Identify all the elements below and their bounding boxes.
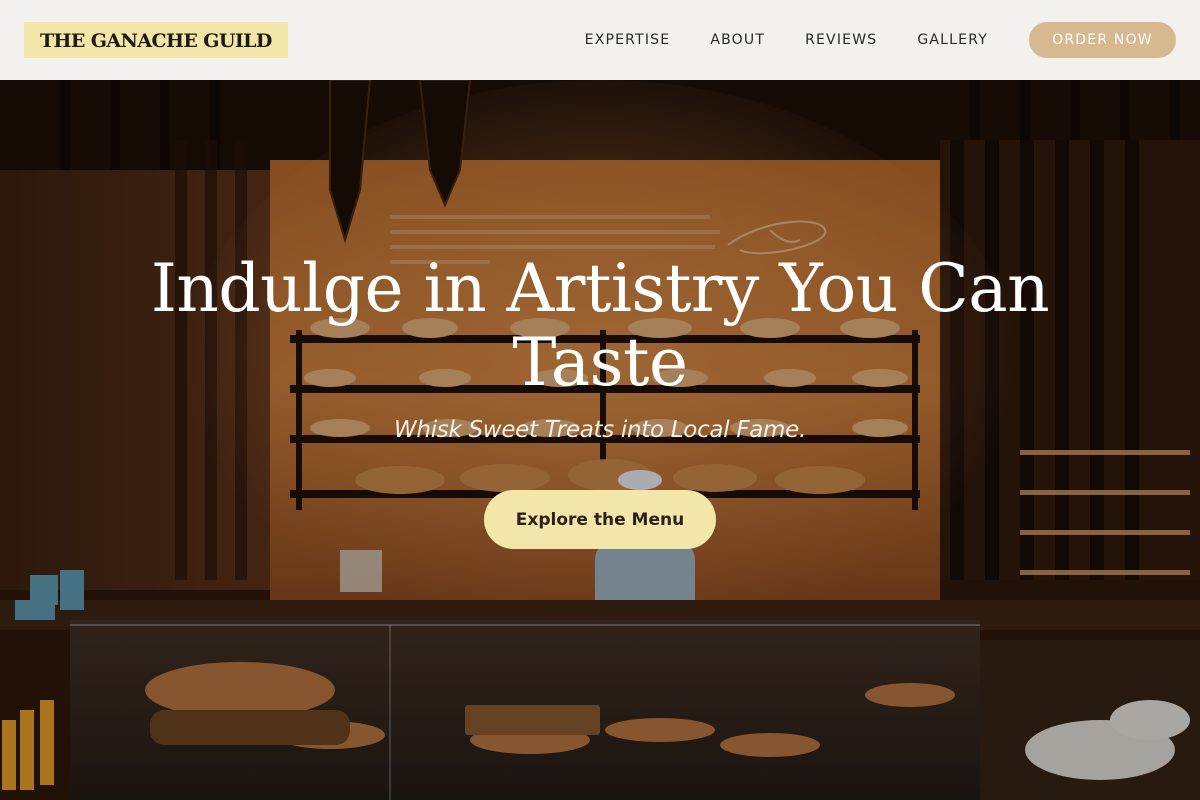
- top-navbar: THE GANACHE GUILD EXPERTISE ABOUT REVIEW…: [0, 0, 1200, 80]
- explore-menu-button[interactable]: Explore the Menu: [484, 490, 716, 549]
- hero-section: Indulge in Artistry You Can Taste Whisk …: [0, 80, 1200, 800]
- nav-link-reviews[interactable]: REVIEWS: [805, 32, 877, 48]
- hero-subtitle: Whisk Sweet Treats into Local Fame.: [393, 417, 807, 443]
- nav-link-about[interactable]: ABOUT: [710, 32, 765, 48]
- main-nav: EXPERTISE ABOUT REVIEWS GALLERY: [585, 32, 988, 48]
- nav-link-expertise[interactable]: EXPERTISE: [585, 32, 671, 48]
- hero-title: Indulge in Artistry You Can Taste: [150, 250, 1050, 401]
- brand-logo[interactable]: THE GANACHE GUILD: [24, 22, 288, 58]
- order-now-button[interactable]: ORDER NOW: [1029, 22, 1176, 58]
- nav-link-gallery[interactable]: GALLERY: [917, 32, 988, 48]
